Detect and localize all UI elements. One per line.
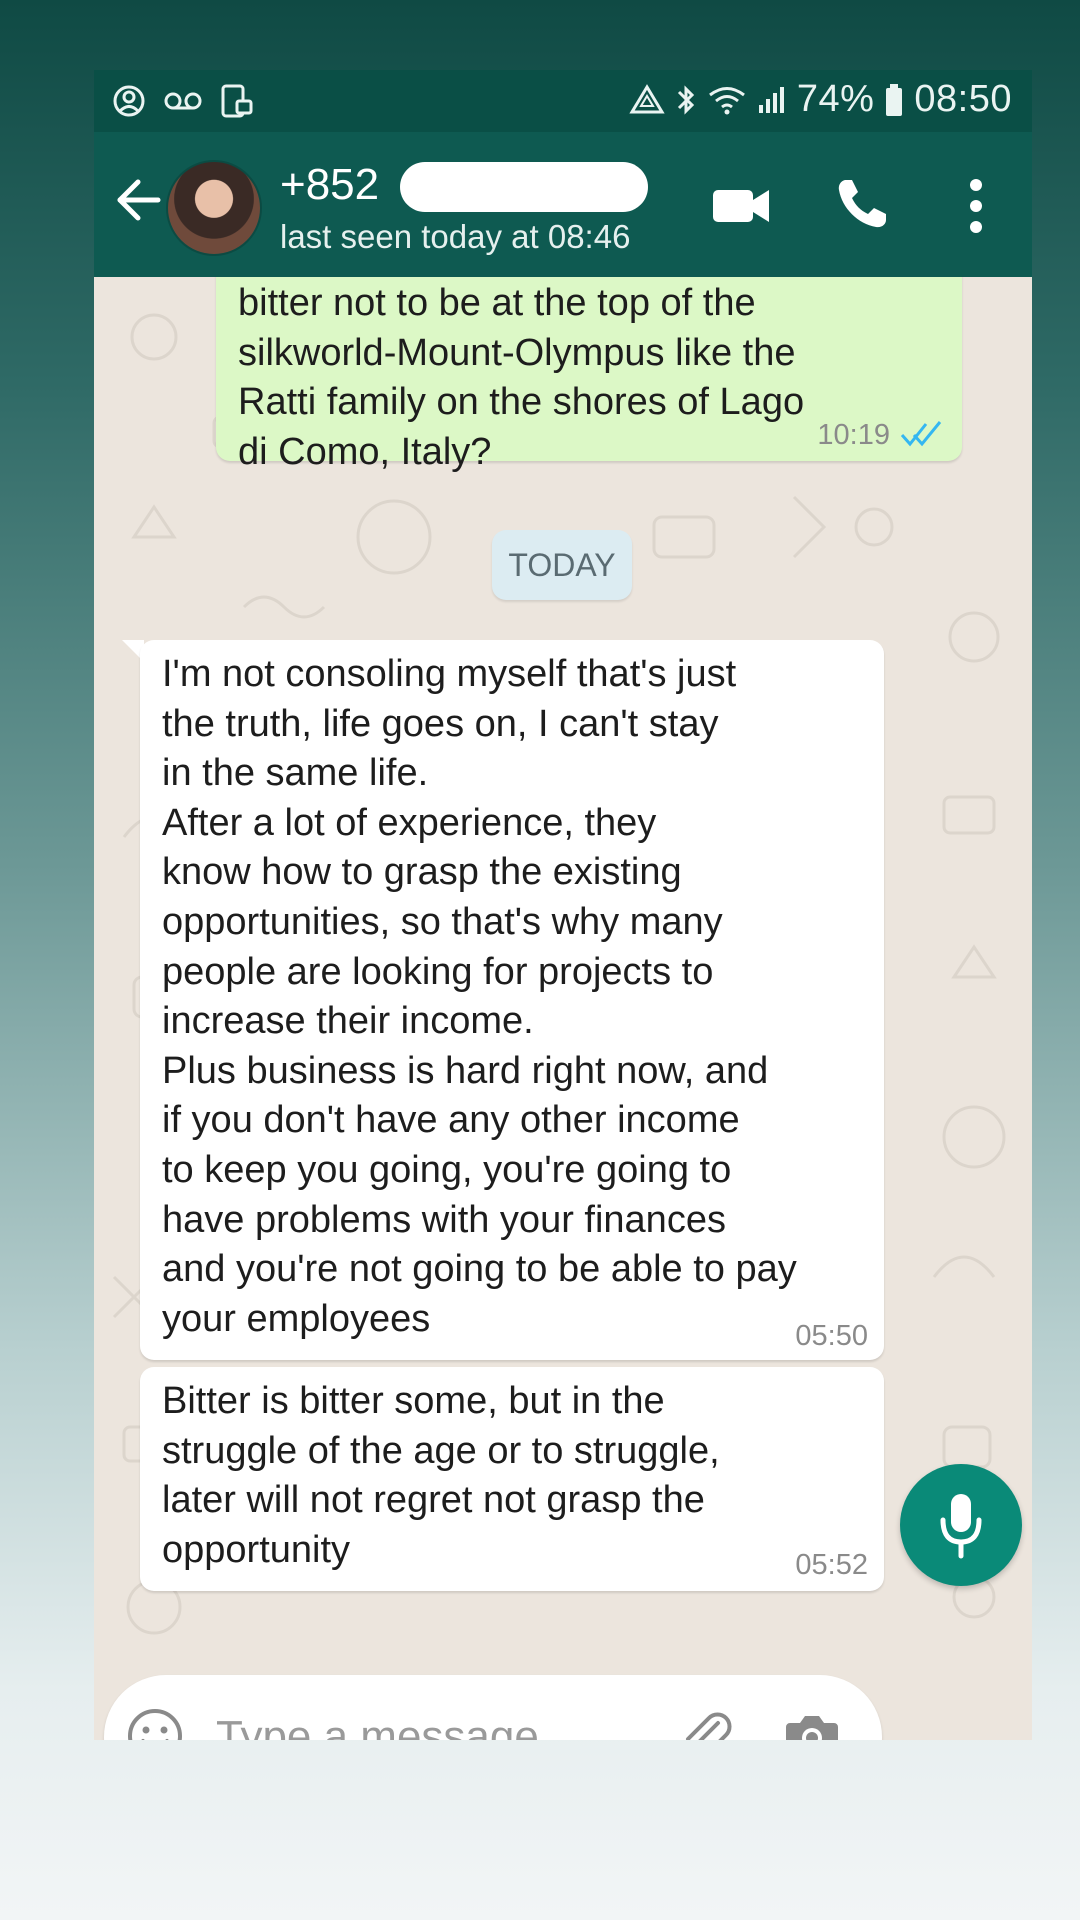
chat-area[interactable]: bitter not to be at the top of the silkw…: [94, 277, 1032, 1740]
more-options-icon[interactable]: [966, 176, 986, 236]
wifi-icon: [708, 86, 745, 114]
message-time: 05:52: [795, 1549, 868, 1581]
emoji-icon[interactable]: [126, 1707, 184, 1740]
contact-avatar[interactable]: [166, 160, 262, 256]
signal-icon: [758, 86, 784, 113]
voicemail-icon: [164, 92, 202, 110]
contact-name[interactable]: +852: [280, 160, 379, 210]
message-text: I'm not consoling myself that's just the…: [162, 653, 797, 1340]
attach-icon[interactable]: [674, 1705, 736, 1740]
camera-icon[interactable]: [784, 1707, 840, 1740]
recycle-icon: [629, 83, 665, 113]
status-left-icons: [112, 83, 254, 119]
message-bubble-incoming[interactable]: Bitter is bitter some, but in the strugg…: [140, 1367, 884, 1591]
clock: 08:50: [914, 78, 1012, 120]
microphone-icon: [940, 1494, 982, 1559]
status-right-icons: 74% 08:50: [629, 78, 1012, 121]
back-arrow-icon[interactable]: [112, 174, 164, 226]
bluetooth-icon: [677, 84, 694, 115]
chat-header: +852 last seen today at 08:46: [94, 132, 1032, 277]
message-input[interactable]: [214, 1703, 578, 1740]
last-seen-status: last seen today at 08:46: [280, 218, 631, 255]
voice-call-icon[interactable]: [834, 176, 890, 232]
phone-lock-icon: [221, 84, 253, 118]
redacted-phone-number: [400, 162, 648, 212]
battery-percentage: 74%: [796, 78, 875, 120]
battery-icon: [886, 83, 903, 116]
message-bubble-outgoing[interactable]: bitter not to be at the top of the silkw…: [216, 277, 962, 473]
video-call-icon[interactable]: [711, 186, 771, 226]
message-time: 10:19: [817, 419, 890, 451]
phone-screen: 74% 08:50 +852 last seen today at 08:46: [94, 70, 1032, 1740]
status-bar: 74% 08:50: [94, 70, 1032, 132]
message-time: 05:50: [795, 1320, 868, 1352]
account-circle-icon: [113, 85, 145, 117]
message-text: Bitter is bitter some, but in the strugg…: [162, 1380, 720, 1571]
read-receipt-icon: [900, 421, 942, 447]
message-bubble-incoming[interactable]: I'm not consoling myself that's just the…: [140, 640, 884, 1360]
message-composer: [104, 1675, 882, 1740]
date-divider: TODAY: [492, 530, 632, 600]
voice-message-button[interactable]: [900, 1464, 1022, 1586]
